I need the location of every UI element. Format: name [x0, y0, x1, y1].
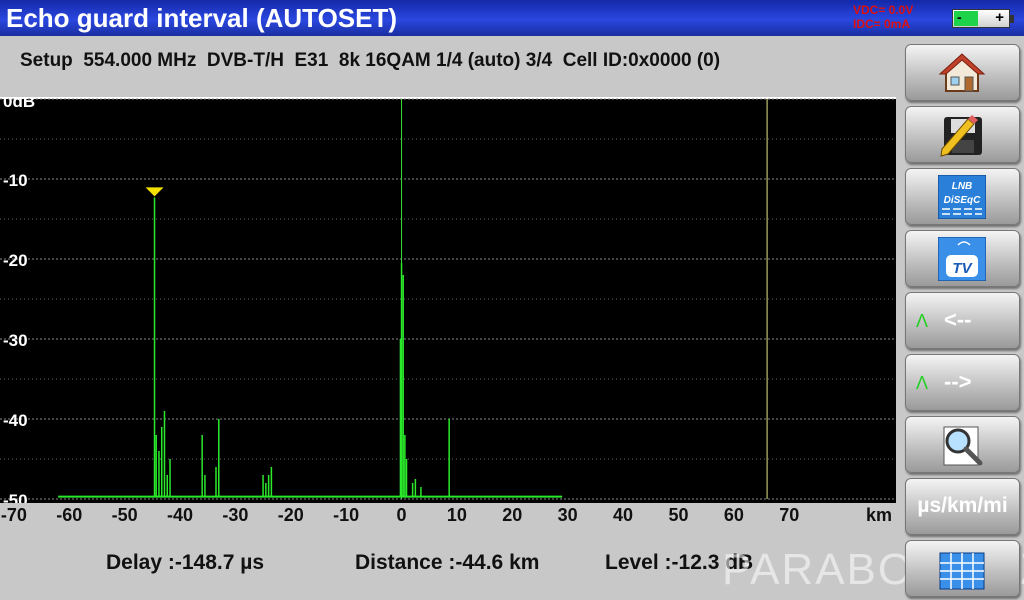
lambda-icon: Λ	[916, 311, 929, 331]
x-tick-label: -50	[111, 505, 138, 525]
x-tick-label: 30	[557, 505, 578, 525]
save-icon	[940, 115, 982, 157]
distance-readout: Distance :-44.6 km	[355, 551, 540, 574]
setup-line: Setup 554.000 MHz DVB-T/H E31 8k 16QAM 1…	[20, 50, 721, 71]
x-tick-label: 20	[502, 505, 523, 525]
diseqc-text: DiSEqC	[944, 195, 981, 206]
prev-echo-button[interactable]: Λ <--	[905, 292, 1020, 349]
x-tick-label: 60	[723, 505, 744, 525]
lnb-text: LNB	[952, 181, 973, 192]
tv-button[interactable]: TV	[905, 230, 1020, 287]
battery-minus: -	[957, 9, 962, 25]
x-tick-label: 50	[668, 505, 689, 525]
x-tick-label: -30	[222, 505, 249, 525]
x-tick-label: -40	[166, 505, 194, 525]
battery-plus: +	[995, 9, 1004, 26]
units-button[interactable]: µs/km/mi	[905, 478, 1020, 535]
y-tick-label: -30	[3, 331, 28, 350]
battery-terminal	[1010, 15, 1014, 23]
power-readout: VDC= 0.0V IDC= 0mA	[853, 4, 913, 32]
x-tick-label: 0	[396, 505, 407, 525]
y-tick-label: -40	[3, 411, 28, 430]
y-tick-label: 0dB	[3, 97, 35, 111]
delay-readout: Delay :-148.7 µs	[106, 551, 265, 574]
x-tick-label: -20	[277, 505, 304, 525]
y-tick-label: -50	[3, 491, 28, 503]
next-echo-button[interactable]: Λ -->	[905, 354, 1020, 411]
x-tick-label: 10	[446, 505, 467, 525]
grid-icon	[939, 552, 985, 590]
home-icon	[938, 53, 986, 92]
vdc-readout: VDC= 0.0V	[853, 3, 914, 17]
x-tick-label: -60	[56, 505, 83, 525]
plot-background	[0, 97, 896, 503]
y-tick-label: -20	[3, 251, 28, 270]
units-label: µs/km/mi	[917, 494, 1008, 517]
page-title: Echo guard interval (AUTOSET)	[6, 3, 398, 33]
idc-readout: IDC= 0mA	[853, 17, 911, 31]
echo-chart[interactable]: 0dB -10 -20 -30 -40 -50	[0, 97, 896, 503]
table-button[interactable]	[905, 540, 1020, 597]
x-tick-label: 70	[779, 505, 800, 525]
zoom-button[interactable]	[905, 416, 1020, 473]
x-axis-unit: km	[865, 505, 893, 525]
tv-text: TV	[952, 260, 973, 277]
tv-icon: TV	[938, 237, 986, 281]
lambda-icon: Λ	[916, 373, 929, 393]
battery-icon: - +	[952, 9, 1014, 28]
magnifier-icon	[943, 426, 983, 466]
x-tick-label: -70	[0, 505, 27, 525]
home-button[interactable]	[905, 44, 1020, 101]
x-tick-label: -10	[333, 505, 360, 525]
x-axis: -70 -60 -50 -40 -30 -20 -10 0 10 20 30 40 50 60 70 km	[0, 505, 900, 531]
next-label: -->	[944, 369, 972, 394]
save-button[interactable]	[905, 106, 1020, 163]
y-tick-label: -10	[3, 171, 28, 190]
x-tick-label: 40	[613, 505, 634, 525]
prev-label: <--	[944, 307, 972, 332]
lnb-diseqc-icon: LNB DiSEqC	[938, 175, 986, 219]
lnb-diseqc-button[interactable]: LNB DiSEqC	[905, 168, 1020, 225]
